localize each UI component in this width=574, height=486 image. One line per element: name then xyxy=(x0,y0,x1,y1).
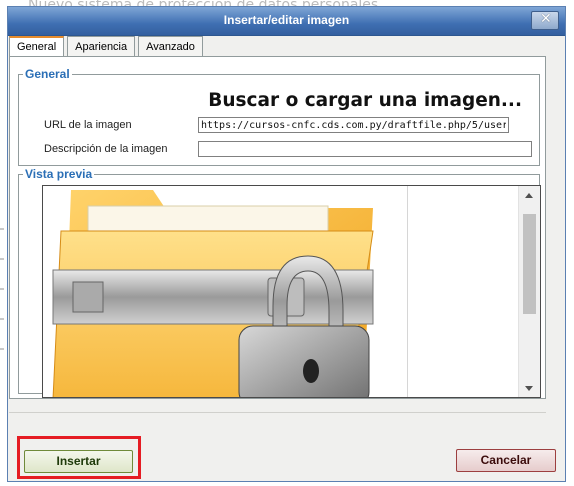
scroll-down-arrow-icon[interactable] xyxy=(519,379,540,397)
browse-image-button[interactable]: Buscar o cargar una imagen... xyxy=(196,85,522,115)
general-legend: General xyxy=(25,67,70,81)
scroll-up-arrow-icon[interactable] xyxy=(519,186,540,204)
dialog-titlebar[interactable]: Insertar/editar imagen ✕ xyxy=(8,7,565,36)
close-button[interactable]: ✕ xyxy=(531,11,559,30)
preview-frame xyxy=(42,185,541,398)
tab-avanzado[interactable]: Avanzado xyxy=(138,36,203,57)
browse-label: Buscar o cargar una imagen... xyxy=(208,89,522,111)
preview-scrollbar[interactable] xyxy=(518,186,540,397)
tab-general[interactable]: General xyxy=(9,36,65,57)
description-label: Descripción de la imagen xyxy=(44,143,168,155)
description-input[interactable] xyxy=(198,141,532,157)
preview-legend: Vista previa xyxy=(25,167,93,181)
url-input[interactable] xyxy=(198,117,509,133)
tab-apariencia[interactable]: Apariencia xyxy=(67,36,136,57)
tab-strip: General Apariencia Avanzado xyxy=(9,36,206,57)
close-icon: ✕ xyxy=(540,11,552,27)
url-label: URL de la imagen xyxy=(44,119,132,131)
folder-padlock-image xyxy=(52,190,374,397)
dialog-title: Insertar/editar imagen xyxy=(223,13,350,27)
footer-divider xyxy=(9,412,546,413)
preview-divider xyxy=(407,186,408,397)
insert-button[interactable]: Insertar xyxy=(24,450,133,473)
cancel-button[interactable]: Cancelar xyxy=(456,449,556,472)
scroll-thumb[interactable] xyxy=(523,214,536,314)
